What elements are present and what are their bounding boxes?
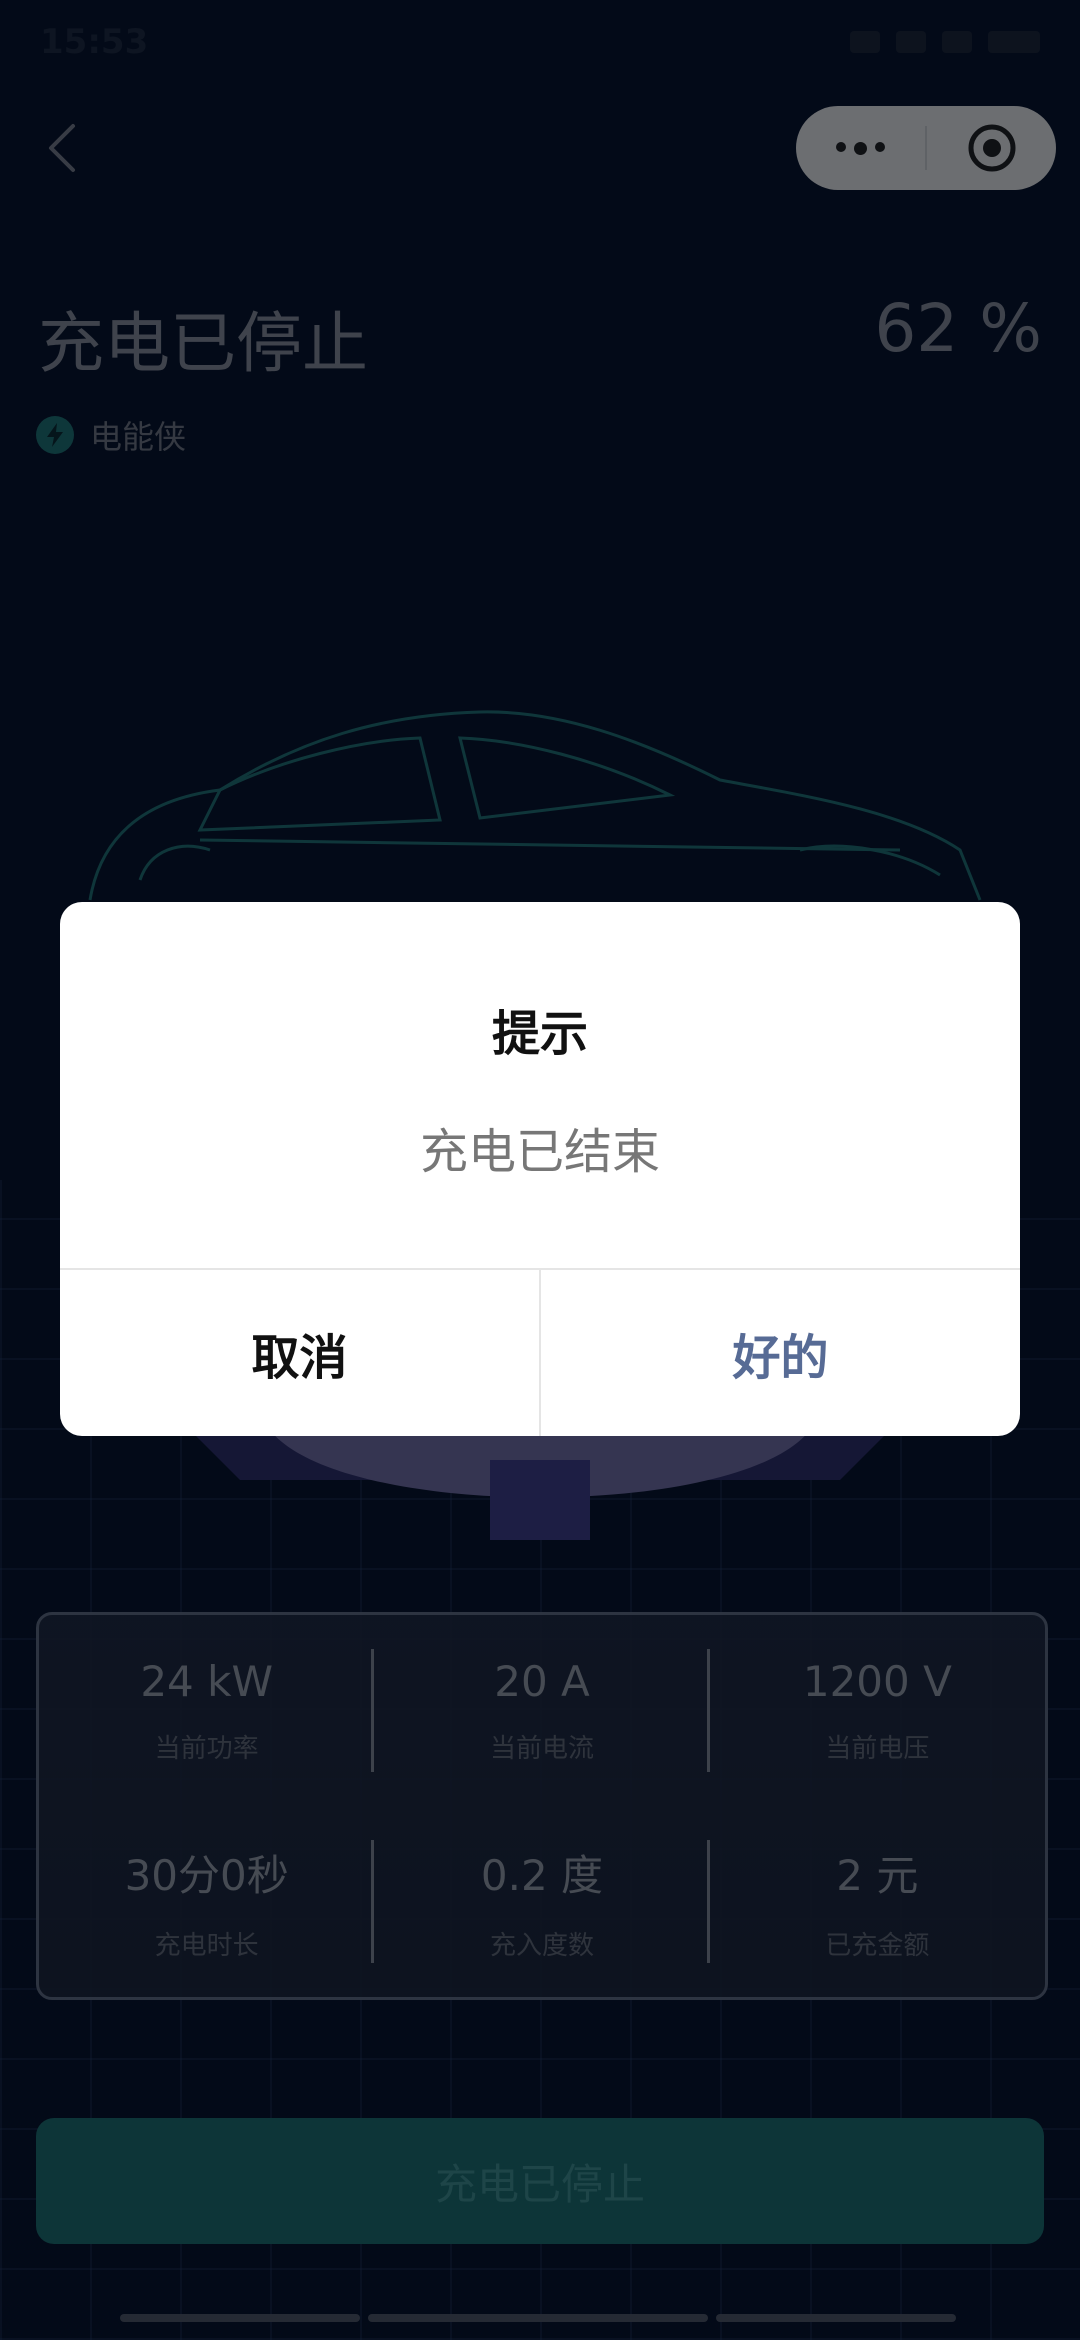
ok-button[interactable]: 好的 xyxy=(541,1270,1020,1436)
cancel-button[interactable]: 取消 xyxy=(60,1270,541,1436)
dialog-title: 提示 xyxy=(491,1006,588,1062)
alert-dialog: 提示 充电已结束 取消 好的 xyxy=(60,902,1020,1436)
dialog-actions: 取消 好的 xyxy=(60,1268,1020,1436)
dialog-message: 充电已结束 xyxy=(419,1124,660,1180)
